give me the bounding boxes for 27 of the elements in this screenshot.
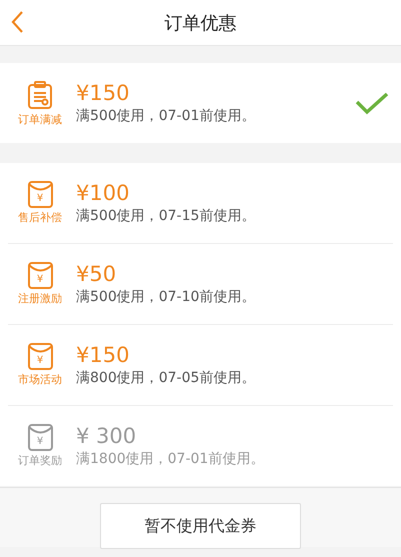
coupon-row[interactable]: ¥ 市场活动 ¥150 满800使用，07-05前使用。	[0, 325, 401, 405]
coupon-amount: ¥50	[76, 262, 118, 286]
coupon-condition: 满500使用，07-15前使用。	[76, 207, 256, 225]
coupon-row[interactable]: ¥ 售后补偿 ¥100 满500使用，07-15前使用。	[0, 163, 401, 243]
coupon-amount: ¥150	[76, 81, 130, 105]
coupon-tag: 订单奖励	[18, 453, 62, 468]
coupon-tag: 市场活动	[18, 372, 62, 387]
envelope-icon: ¥	[28, 262, 52, 289]
coupon-condition: 满500使用，07-10前使用。	[76, 288, 256, 306]
coupon-tag: 注册激励	[18, 291, 62, 306]
coupon-tag: 售后补偿	[18, 210, 62, 225]
envelope-icon: ¥	[28, 424, 52, 451]
coupon-tag: 订单满减	[18, 112, 62, 126]
clipboard-icon	[27, 80, 53, 110]
coupon-row[interactable]: 订单满减 ¥150 满500使用，07-01前使用。	[0, 63, 401, 143]
page-title: 订单优惠	[164, 12, 236, 34]
coupon-amount: ¥150	[76, 343, 130, 367]
back-icon[interactable]	[10, 10, 24, 34]
skip-coupon-button[interactable]: 暂不使用代金券	[100, 503, 301, 549]
envelope-icon: ¥	[28, 343, 52, 370]
coupon-row[interactable]: ¥ 注册激励 ¥50 满500使用，07-10前使用。	[0, 244, 401, 324]
coupon-amount: ¥100	[76, 181, 130, 205]
coupon-condition: 满500使用，07-01前使用。	[76, 107, 256, 125]
coupon-condition: 满800使用，07-05前使用。	[76, 369, 256, 387]
envelope-icon: ¥	[28, 181, 52, 208]
coupon-amount: ¥ 300	[76, 424, 138, 448]
coupon-condition: 满1800使用，07-01前使用。	[76, 450, 266, 468]
